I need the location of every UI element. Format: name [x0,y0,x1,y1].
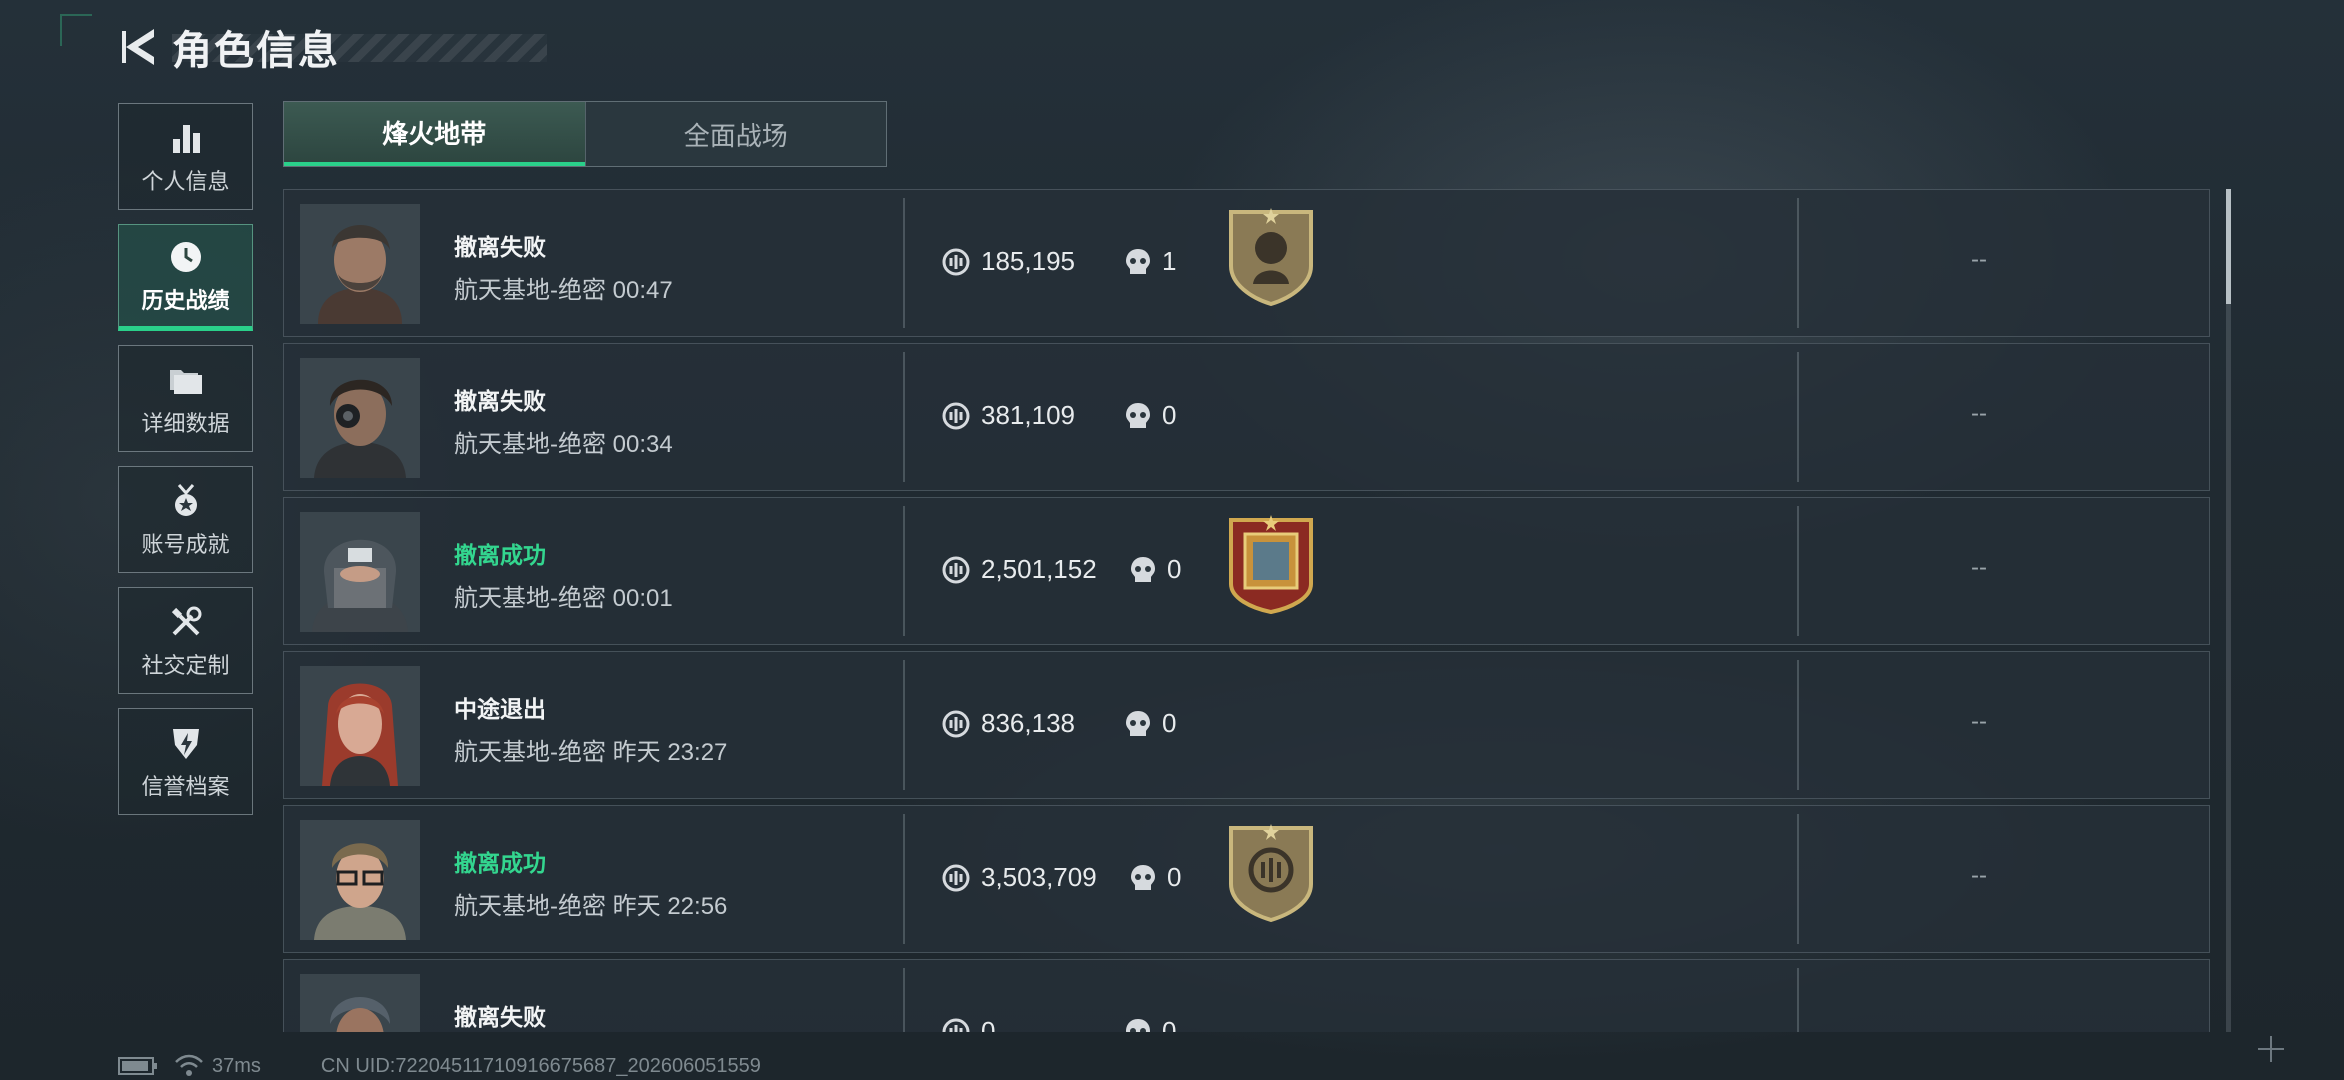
skull-icon [1126,710,1150,736]
shield-bolt-icon [172,728,199,759]
loot-value: 3,503,709 [981,862,1097,892]
sidebar-item-label: 社交定制 [141,652,230,678]
loot-value: 381,109 [981,400,1075,430]
tab-full-battlefield[interactable]: 全面战场 [584,102,887,166]
page-header: 角色信息 [118,22,547,73]
tab-fenghuo[interactable]: 烽火地带 [284,102,585,166]
operator-avatar [300,512,420,632]
operator-avatar [300,666,420,786]
sidebar-item-history[interactable]: 历史战绩 [118,224,253,331]
coin-icon [942,1018,970,1032]
loot-value: 836,138 [981,708,1075,738]
folder-icon [169,369,202,394]
coin-badge-icon [1225,822,1317,923]
coin-icon [942,710,970,737]
list-scrollbar[interactable] [2226,189,2231,1032]
sidebar-item-label: 账号成就 [141,531,230,557]
wifi-icon [175,1054,203,1076]
coin-icon [942,248,970,275]
skull-icon [1126,248,1150,274]
sidebar-item-social-custom[interactable]: 社交定制 [118,587,253,694]
coin-icon [942,402,970,429]
page-title: 角色信息 [172,29,340,73]
match-map-time: 航天基地-绝密 昨天 23:27 [454,739,728,766]
match-status: 撤离失败 [454,1004,546,1030]
back-arrow-icon [122,29,154,65]
match-row[interactable]: 撤离成功 航天基地-绝密 昨天 22:56 3,503,709 0 -- [283,805,2210,953]
match-map-time: 航天基地-绝密 00:34 [454,431,673,458]
match-row[interactable]: 中途退出 航天基地-绝密 昨天 23:27 836,138 0 -- [283,651,2210,799]
loot-value: 185,195 [981,246,1075,276]
extra-info: -- [1971,554,1987,581]
sidebar-item-label: 信誉档案 [141,773,230,799]
medal-icon [174,483,197,516]
plus-decoration-icon [2258,1036,2284,1062]
skull-icon [1131,864,1155,890]
match-map-time: 航天基地-绝密 00:47 [454,277,673,304]
uid-text: CN UID:7220451171091667568​7_20260605155… [320,1054,761,1077]
sidebar-item-reputation[interactable]: 信誉档案 [118,708,253,815]
sidebar-item-achievements[interactable]: 账号成就 [118,466,253,573]
match-map-time: 航天基地-绝密 昨天 22:56 [454,893,728,920]
match-status: 撤离失败 [454,388,546,414]
battery-icon [118,1057,157,1075]
match-row[interactable]: 撤离失败 0 0 [283,959,2210,1032]
painting-badge-icon [1225,514,1317,615]
loot-value: 2,501,152 [981,554,1097,584]
extra-info: -- [1971,862,1987,889]
match-status: 中途退出 [454,696,546,722]
match-status: 撤离成功 [454,850,546,876]
match-row[interactable]: 撤离成功 航天基地-绝密 00:01 2,501,152 0 -- [283,497,2210,645]
skull-icon [1126,402,1150,428]
sidebar-item-label: 详细数据 [141,410,230,436]
coin-icon [942,556,970,583]
match-history-list: 撤离失败 航天基地-绝密 00:47 185,195 1 -- 撤离失败 航天基… [283,189,2210,1032]
kill-count: 0 [1162,400,1177,430]
extra-info: -- [1971,400,1987,427]
skull-icon [1131,556,1155,582]
match-row[interactable]: 撤离失败 航天基地-绝密 00:34 381,109 0 -- [283,343,2210,491]
match-row[interactable]: 撤离失败 航天基地-绝密 00:47 185,195 1 -- [283,189,2210,337]
scroll-thumb[interactable] [2226,189,2231,304]
kill-count: 1 [1162,246,1177,276]
operator-avatar [300,820,420,940]
match-map-time: 航天基地-绝密 00:01 [454,585,673,612]
bar-chart-icon [172,124,200,153]
operator-avatar [300,358,420,478]
skull-icon [1126,1018,1150,1032]
operator-avatar [300,974,420,1032]
status-footer: 37ms CN UID:7220451171091667568​7_202606… [118,1054,761,1078]
extra-info: -- [1971,246,1987,273]
coin-icon [942,864,970,891]
sidebar-item-detailed-data[interactable]: 详细数据 [118,345,253,452]
kill-count: 0 [1167,862,1182,892]
kill-count: 0 [1162,708,1177,738]
extra-info: -- [1971,708,1987,735]
operator-avatar [300,204,420,324]
match-status: 撤离成功 [454,542,546,568]
sidebar: 个人信息 历史战绩 详细数据 账号成就 社交定制 信誉档案 [118,103,253,829]
sidebar-item-label: 个人信息 [141,168,230,194]
sidebar-item-label: 历史战绩 [141,287,230,313]
portrait-badge-icon [1225,206,1317,307]
tools-icon [171,606,201,635]
mode-tabs: 烽火地带 全面战场 [283,101,887,167]
sidebar-item-personal-info[interactable]: 个人信息 [118,103,253,210]
back-button[interactable] [118,22,162,72]
ping-text: 37ms [212,1054,261,1077]
loot-value: 0 [981,1016,996,1032]
clock-icon [170,241,201,272]
kill-count: 0 [1167,554,1182,584]
match-status: 撤离失败 [454,234,546,260]
kill-count: 0 [1162,1016,1177,1032]
corner-decoration [60,14,92,46]
